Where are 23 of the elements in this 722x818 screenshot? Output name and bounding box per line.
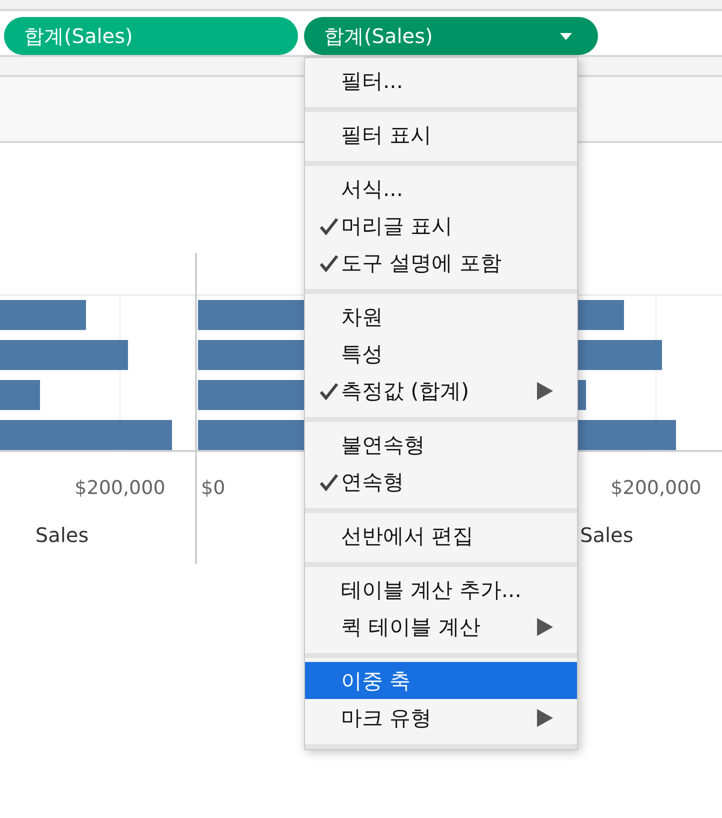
axis-tick-label: $200,000 [74, 477, 166, 499]
bar [0, 380, 40, 410]
menu-item[interactable]: 특성 [305, 335, 577, 372]
menu-item[interactable]: 도구 설명에 포함 [305, 244, 577, 281]
menu-item[interactable]: 서식... [305, 170, 577, 207]
axis-tick-label: $200,000 [610, 477, 702, 499]
menu-item[interactable]: 이중 축 [305, 662, 577, 699]
menu-item[interactable]: 필터 표시 [305, 116, 577, 153]
axis-tick-label: $0 [201, 477, 226, 499]
menu-item[interactable]: 퀵 테이블 계산 [305, 608, 577, 645]
menu-item[interactable]: 연속형 [305, 463, 577, 500]
menu-item[interactable]: 불연속형 [305, 426, 577, 463]
menu-item[interactable]: 선반에서 편집 [305, 517, 577, 554]
menu-item[interactable]: 테이블 계산 추가... [305, 571, 577, 608]
axis-title: Sales [35, 523, 89, 547]
menu-item[interactable]: 머리글 표시 [305, 207, 577, 244]
menu-item[interactable]: 필터... [305, 62, 577, 99]
menu-item[interactable]: 차원 [305, 298, 577, 335]
axis-title: Sales [580, 523, 634, 547]
field-pill[interactable]: 합계(Sales) [304, 17, 598, 55]
menu-item[interactable]: 마크 유형 [305, 699, 577, 736]
menu-item[interactable]: 측정값 (합계) [305, 372, 577, 409]
caret-icon [560, 32, 572, 40]
